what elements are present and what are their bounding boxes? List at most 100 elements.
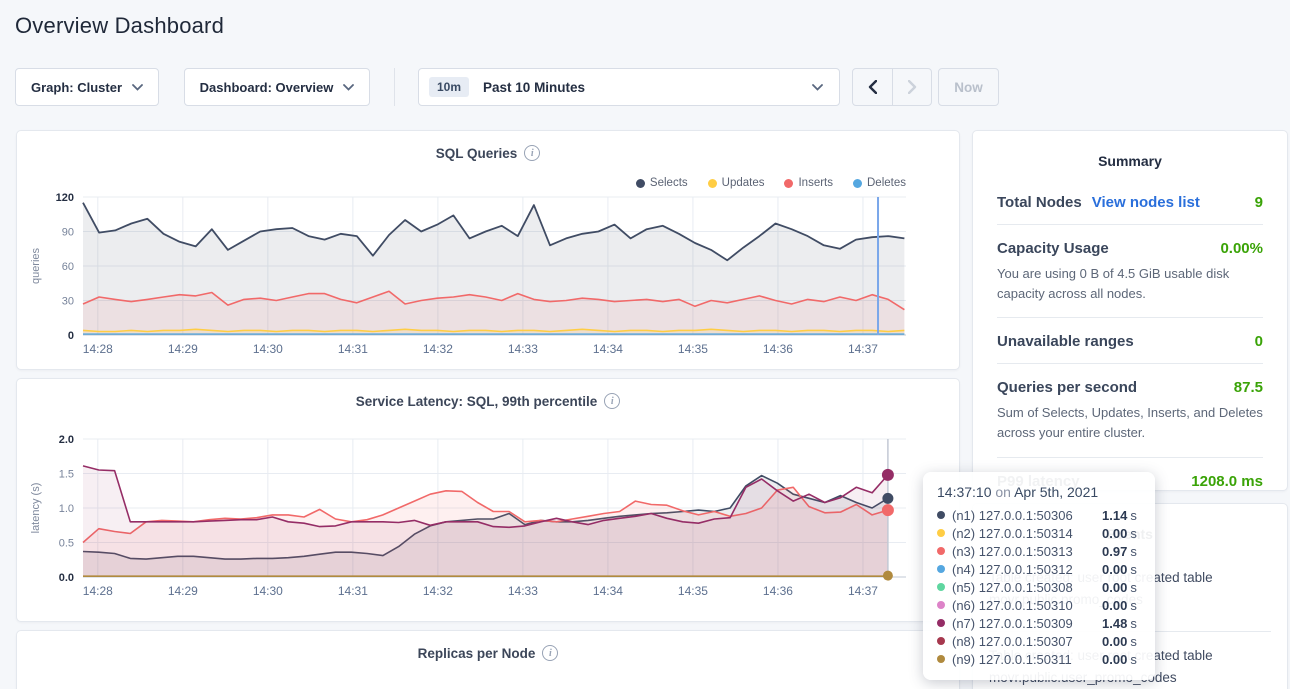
svg-text:14:35: 14:35 xyxy=(678,584,708,598)
sql-queries-title: SQL Queries i xyxy=(17,131,959,161)
svg-text:14:37: 14:37 xyxy=(848,342,878,356)
chart-hover-tooltip: 14:37:10 on Apr 5th, 2021 (n1) 127.0.0.1… xyxy=(923,472,1155,680)
tooltip-node-address: (n3) 127.0.0.1:50313 xyxy=(952,544,1102,559)
svg-text:14:33: 14:33 xyxy=(508,584,538,598)
svg-text:120: 120 xyxy=(56,192,74,204)
tooltip-node-address: (n1) 127.0.0.1:50306 xyxy=(952,508,1102,523)
chevron-left-icon xyxy=(868,80,877,94)
node-color-dot xyxy=(937,565,945,573)
summary-label: Queries per second xyxy=(997,379,1137,396)
next-time-button[interactable] xyxy=(892,69,931,105)
sql-queries-card: SQL Queries i SelectsUpdatesInsertsDelet… xyxy=(16,130,960,370)
svg-text:14:28: 14:28 xyxy=(83,584,113,598)
svg-text:14:35: 14:35 xyxy=(678,342,708,356)
time-range-badge: 10m xyxy=(429,77,469,97)
svg-text:1.0: 1.0 xyxy=(59,503,74,515)
chevron-down-icon xyxy=(812,84,823,91)
summary-value: 0.00% xyxy=(1220,240,1263,257)
summary-label: Capacity Usage xyxy=(997,240,1109,257)
summary-row: Total Nodes View nodes list 9 xyxy=(997,179,1263,225)
service-latency-chart[interactable]: 14:28 14:29 14:30 14:31 14:32 14:33 14:34 14:35… xyxy=(17,429,959,601)
svg-text:14:32: 14:32 xyxy=(423,342,453,356)
svg-text:14:29: 14:29 xyxy=(168,584,198,598)
tooltip-node-value: 0.00 xyxy=(1102,526,1127,541)
svg-text:14:36: 14:36 xyxy=(763,342,793,356)
tooltip-node-value: 0.00 xyxy=(1102,652,1127,667)
summary-value: 87.5 xyxy=(1234,379,1263,396)
svg-text:0: 0 xyxy=(68,330,74,342)
info-icon[interactable]: i xyxy=(524,145,540,161)
chevron-right-icon xyxy=(908,80,917,94)
summary-value: 1208.0 ms xyxy=(1191,473,1263,490)
svg-text:14:31: 14:31 xyxy=(338,584,368,598)
time-step-buttons xyxy=(852,68,932,106)
tooltip-on-text: on xyxy=(995,484,1011,500)
summary-rows: Total Nodes View nodes list 9 Capacity Usag… xyxy=(997,179,1263,503)
tooltip-node-address: (n4) 127.0.0.1:50312 xyxy=(952,562,1102,577)
svg-text:14:30: 14:30 xyxy=(253,584,283,598)
tooltip-value-unit: s xyxy=(1130,616,1137,631)
tooltip-row: (n8) 127.0.0.1:503070.00s xyxy=(937,632,1141,650)
tooltip-node-value: 0.00 xyxy=(1102,562,1127,577)
tooltip-row: (n2) 127.0.0.1:503140.00s xyxy=(937,524,1141,542)
svg-text:14:29: 14:29 xyxy=(168,342,198,356)
tooltip-node-value: 0.00 xyxy=(1102,580,1127,595)
summary-label: Total Nodes xyxy=(997,194,1082,211)
now-button[interactable]: Now xyxy=(938,68,999,106)
svg-text:14:34: 14:34 xyxy=(593,584,623,598)
sql-queries-chart[interactable]: 14:28 14:29 14:30 14:31 14:32 14:33 14:34 14:35… xyxy=(17,187,959,359)
service-latency-title: Service Latency: SQL, 99th percentile i xyxy=(17,379,959,409)
tooltip-value-unit: s xyxy=(1130,526,1137,541)
chart-title-text: SQL Queries xyxy=(436,146,518,161)
tooltip-row: (n6) 127.0.0.1:503100.00s xyxy=(937,596,1141,614)
dashboard-dropdown-label: Dashboard: Overview xyxy=(200,80,334,95)
time-range-dropdown[interactable]: 10m Past 10 Minutes xyxy=(418,68,840,106)
svg-text:14:36: 14:36 xyxy=(763,584,793,598)
summary-value: 0 xyxy=(1255,333,1263,350)
info-icon[interactable]: i xyxy=(604,393,620,409)
replicas-per-node-title: Replicas per Node i xyxy=(17,631,959,661)
svg-text:1.5: 1.5 xyxy=(59,469,74,481)
tooltip-value-unit: s xyxy=(1130,508,1137,523)
graph-dropdown-label: Graph: Cluster xyxy=(31,80,122,95)
summary-row: Unavailable ranges0 xyxy=(997,318,1263,364)
summary-row: Capacity Usage0.00%You are using 0 B of … xyxy=(997,225,1263,318)
tooltip-node-value: 0.00 xyxy=(1102,634,1127,649)
chart-title-text: Replicas per Node xyxy=(418,646,536,661)
tooltip-node-address: (n7) 127.0.0.1:50309 xyxy=(952,616,1102,631)
tooltip-node-value: 0.00 xyxy=(1102,598,1127,613)
summary-header: Summary xyxy=(997,153,1263,169)
svg-text:0.5: 0.5 xyxy=(59,538,74,550)
tooltip-value-unit: s xyxy=(1130,652,1137,667)
replicas-per-node-card: Replicas per Node i xyxy=(16,630,960,689)
now-button-label: Now xyxy=(954,80,983,95)
svg-text:14:32: 14:32 xyxy=(423,584,453,598)
tooltip-node-address: (n8) 127.0.0.1:50307 xyxy=(952,634,1102,649)
summary-value: 9 xyxy=(1255,194,1263,211)
time-range-label: Past 10 Minutes xyxy=(483,80,585,95)
svg-text:14:31: 14:31 xyxy=(338,342,368,356)
svg-text:0.0: 0.0 xyxy=(59,572,74,584)
tooltip-node-address: (n9) 127.0.0.1:50311 xyxy=(952,652,1102,667)
info-icon[interactable]: i xyxy=(542,645,558,661)
tooltip-row: (n5) 127.0.0.1:503080.00s xyxy=(937,578,1141,596)
node-color-dot xyxy=(937,547,945,555)
previous-time-button[interactable] xyxy=(853,69,892,105)
dashboard-dropdown[interactable]: Dashboard: Overview xyxy=(184,68,370,106)
tooltip-row: (n3) 127.0.0.1:503130.97s xyxy=(937,542,1141,560)
svg-text:60: 60 xyxy=(62,261,74,273)
svg-text:90: 90 xyxy=(62,227,74,239)
svg-text:14:28: 14:28 xyxy=(83,342,113,356)
summary-description: Sum of Selects, Updates, Inserts, and De… xyxy=(997,403,1263,443)
node-color-dot xyxy=(937,583,945,591)
tooltip-value-unit: s xyxy=(1130,544,1137,559)
tooltip-node-value: 1.14 xyxy=(1102,508,1127,523)
svg-text:14:30: 14:30 xyxy=(253,342,283,356)
svg-text:14:33: 14:33 xyxy=(508,342,538,356)
svg-text:queries: queries xyxy=(30,247,42,284)
graph-dropdown[interactable]: Graph: Cluster xyxy=(15,68,159,106)
service-latency-card: Service Latency: SQL, 99th percentile i … xyxy=(16,378,960,622)
summary-row: Queries per second 87.5 Sum of Selects, Up… xyxy=(997,364,1263,457)
view-nodes-list-link[interactable]: View nodes list xyxy=(1092,194,1200,211)
svg-text:14:34: 14:34 xyxy=(593,342,623,356)
